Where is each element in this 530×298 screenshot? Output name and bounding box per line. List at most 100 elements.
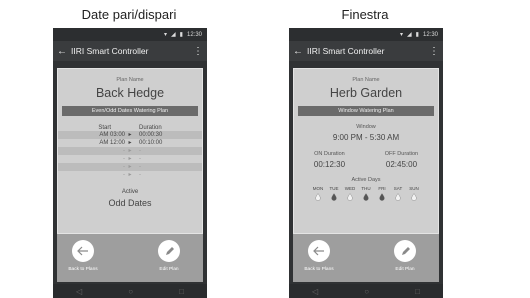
system-nav-bar: ◁ ○ □ [289, 284, 443, 298]
water-drop-icon [395, 193, 401, 201]
row-start: AM 12:00 [99, 140, 125, 146]
on-duration-value: 00:12:30 [313, 160, 346, 169]
row-duration: - [139, 148, 141, 154]
active-label: Active [121, 189, 139, 195]
nav-back-icon[interactable]: ◁ [312, 287, 318, 296]
table-row: - ▸ - [58, 155, 202, 163]
plan-name-label: Plan Name [352, 77, 380, 83]
day-item: TUE [328, 186, 341, 201]
battery-icon: ▮ [415, 32, 419, 38]
status-time: 12:30 [422, 31, 438, 38]
row-duration: - [139, 172, 141, 178]
back-arrow-icon[interactable]: ← [293, 46, 307, 57]
water-drop-icon [363, 193, 369, 201]
status-bar: ▾ ◢ ▮ 12:30 [53, 28, 207, 41]
row-start: - [123, 172, 125, 178]
day-item: WED [344, 186, 357, 201]
row-duration: - [139, 164, 141, 170]
row-arrow-icon: ▸ [128, 140, 132, 146]
edit-plan-label: Edit Plan [159, 267, 179, 272]
pencil-icon [165, 246, 174, 255]
table-row: - ▸ - [58, 163, 202, 171]
active-value: Odd Dates [108, 198, 152, 208]
plan-details: Plan Name Herb Garden Window Watering Pl… [293, 68, 439, 234]
back-to-plans-button[interactable] [308, 240, 330, 262]
nav-recents-icon[interactable]: □ [179, 287, 184, 296]
app-bar: ← IIRI Smart Controller ⋮ [53, 41, 207, 61]
plan-type-banner: Even/Odd Dates Watering Plan [62, 106, 198, 116]
back-to-plans-button[interactable] [72, 240, 94, 262]
system-nav-bar: ◁ ○ □ [53, 284, 207, 298]
nav-back-icon[interactable]: ◁ [76, 287, 82, 296]
back-to-plans-label: Back to Plans [68, 267, 98, 272]
caption-right: Finestra [341, 7, 389, 22]
pencil-icon [401, 246, 410, 255]
action-bar: Back to Plans Edit Plan [293, 234, 439, 282]
plan-name: Back Hedge [95, 86, 165, 100]
water-drop-icon [411, 193, 417, 201]
arrow-left-icon [77, 246, 88, 256]
water-drop-icon [347, 193, 353, 201]
wifi-icon: ▾ [164, 32, 168, 38]
edit-plan-button[interactable] [394, 240, 416, 262]
action-bar: Back to Plans Edit Plan [57, 234, 203, 282]
off-duration-value: 02:45:00 [385, 160, 418, 169]
active-days: MON TUE WED THU FRI SAT SUN [294, 186, 438, 201]
back-to-plans-label: Back to Plans [304, 267, 334, 272]
day-item: THU [360, 186, 373, 201]
phone-even-odd: ▾ ◢ ▮ 12:30 ← IIRI Smart Controller ⋮ Pl… [53, 28, 207, 298]
row-start: AM 03:00 [99, 132, 125, 138]
table-row: AM 12:00 ▸ 00:10:00 [58, 139, 202, 147]
table-row: AM 03:00 ▸ 00:00:30 [58, 131, 202, 139]
signal-icon: ◢ [171, 32, 176, 38]
day-item: SUN [408, 186, 421, 201]
day-label: WED [344, 186, 356, 191]
row-arrow-icon: ▸ [128, 164, 132, 170]
phone-window: ▾ ◢ ▮ 12:30 ← IIRI Smart Controller ⋮ Pl… [289, 28, 443, 298]
day-label: FRI [378, 186, 386, 191]
day-item: FRI [376, 186, 389, 201]
table-row: - ▸ - [58, 171, 202, 179]
day-label: SAT [393, 186, 403, 191]
back-arrow-icon[interactable]: ← [57, 46, 71, 57]
arrow-left-icon [313, 246, 324, 256]
water-drop-icon [315, 193, 321, 201]
status-time: 12:30 [186, 31, 202, 38]
overflow-menu-icon[interactable]: ⋮ [193, 46, 203, 57]
wifi-icon: ▾ [400, 32, 404, 38]
table-row: - ▸ - [58, 147, 202, 155]
row-duration: - [139, 156, 141, 162]
row-start: - [123, 148, 125, 154]
day-item: MON [312, 186, 325, 201]
nav-home-icon[interactable]: ○ [364, 287, 369, 296]
row-arrow-icon: ▸ [128, 156, 132, 162]
window-label: Window [356, 124, 376, 130]
day-label: MON [312, 186, 324, 191]
off-duration-label: OFF Duration [384, 151, 419, 157]
plan-type-banner: Window Watering Plan [298, 106, 434, 116]
nav-recents-icon[interactable]: □ [415, 287, 420, 296]
row-duration: 00:00:30 [139, 132, 163, 138]
nav-home-icon[interactable]: ○ [128, 287, 133, 296]
day-label: SUN [409, 186, 419, 191]
water-drop-icon [379, 193, 385, 201]
row-arrow-icon: ▸ [128, 148, 132, 154]
day-label: TUE [329, 186, 339, 191]
on-duration-label: ON Duration [314, 151, 345, 157]
row-arrow-icon: ▸ [128, 172, 132, 178]
caption-left: Date pari/dispari [81, 7, 177, 22]
app-bar: ← IIRI Smart Controller ⋮ [289, 41, 443, 61]
day-label: THU [361, 186, 371, 191]
overflow-menu-icon[interactable]: ⋮ [429, 46, 439, 57]
day-item: SAT [392, 186, 405, 201]
edit-plan-button[interactable] [158, 240, 180, 262]
row-start: - [123, 156, 125, 162]
row-duration: 00:10:00 [139, 140, 163, 146]
plan-name-label: Plan Name [116, 77, 144, 83]
schedule-table: AM 03:00 ▸ 00:00:30 AM 12:00 ▸ 00:10:00- ▸ - - ▸ -… [58, 131, 202, 179]
app-title: IIRI Smart Controller [71, 46, 149, 56]
window-value: 9:00 PM - 5:30 AM [332, 133, 400, 142]
row-arrow-icon: ▸ [128, 132, 132, 138]
water-drop-icon [331, 193, 337, 201]
plan-details: Plan Name Back Hedge Even/Odd Dates Wate… [57, 68, 203, 234]
